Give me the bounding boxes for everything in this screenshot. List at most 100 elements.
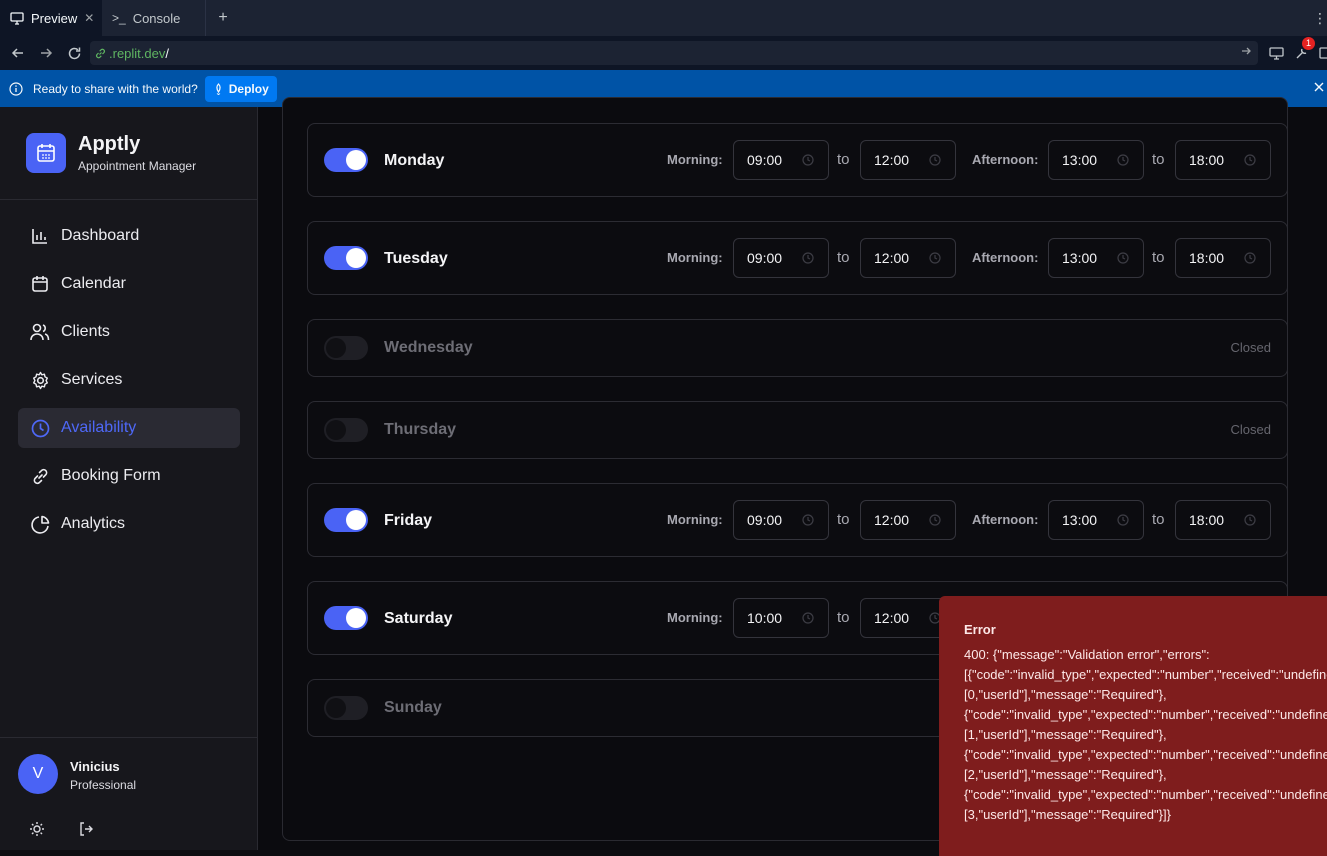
afternoon-end-input[interactable]: 18:00 xyxy=(1175,140,1271,180)
link-icon xyxy=(94,47,107,60)
closed-label: Closed xyxy=(1230,340,1271,355)
afternoon-start-input[interactable]: 13:00 xyxy=(1048,140,1144,180)
clock-icon xyxy=(30,418,50,438)
notification-badge: 1 xyxy=(1302,36,1315,50)
clock-icon xyxy=(1244,154,1256,166)
day-toggle[interactable] xyxy=(324,148,368,172)
more-menu-icon[interactable]: ⋮ xyxy=(1313,10,1327,27)
brand: Apptly Appointment Manager xyxy=(0,107,257,200)
day-row-friday: Friday Morning: 09:00 to 12:00 Afternoon… xyxy=(307,483,1288,557)
reload-icon xyxy=(68,47,80,59)
devices-icon[interactable] xyxy=(1269,46,1284,60)
sidebar-item-clients[interactable]: Clients xyxy=(18,312,240,352)
user-name: Vinicius xyxy=(70,759,120,774)
sidebar-item-calendar[interactable]: Calendar xyxy=(18,264,240,304)
day-name: Thursday xyxy=(384,421,457,438)
forward-button[interactable] xyxy=(32,36,60,70)
clock-icon xyxy=(1117,514,1129,526)
url-toolbar: .replit.dev / 1 xyxy=(0,36,1327,70)
afternoon-label: Afternoon: xyxy=(972,152,1039,167)
day-row-tuesday: Tuesday Morning: 09:00 to 12:00 Afternoo… xyxy=(307,221,1288,295)
sidebar-item-analytics[interactable]: Analytics xyxy=(18,504,240,544)
day-name: Friday xyxy=(384,512,433,529)
day-name: Tuesday xyxy=(384,250,448,267)
address-bar[interactable]: .replit.dev / xyxy=(90,41,1258,65)
arrow-right-icon xyxy=(41,48,53,58)
new-tab-button[interactable]: + xyxy=(206,0,240,36)
afternoon-end-input[interactable]: 18:00 xyxy=(1175,500,1271,540)
monitor-icon xyxy=(10,11,24,25)
clock-icon xyxy=(929,154,941,166)
afternoon-end-input[interactable]: 18:00 xyxy=(1175,238,1271,278)
sidebar-item-booking-form[interactable]: Booking Form xyxy=(18,456,240,496)
day-toggle[interactable] xyxy=(324,418,368,442)
close-banner-icon[interactable] xyxy=(1313,81,1325,93)
day-row-monday: Monday Morning: 09:00 to 12:00 Afternoon… xyxy=(307,123,1288,197)
day-row-wednesday: Wednesday Closed xyxy=(307,319,1288,377)
open-in-new-tab-icon[interactable] xyxy=(1240,45,1252,57)
morning-label: Morning: xyxy=(667,250,723,265)
browser-tab-bar: Preview ✕ >_ Console + ⋮ xyxy=(0,0,1327,36)
devtools-icon[interactable]: 1 xyxy=(1294,36,1315,61)
sidebar-item-label: Calendar xyxy=(61,275,126,292)
link-icon xyxy=(30,466,50,486)
clock-icon xyxy=(802,252,814,264)
logout-icon[interactable] xyxy=(78,821,94,837)
morning-end-input[interactable]: 12:00 xyxy=(860,140,956,180)
tab-console[interactable]: >_ Console xyxy=(102,0,206,36)
morning-start-input[interactable]: 09:00 xyxy=(733,500,829,540)
app-subtitle: Appointment Manager xyxy=(78,159,197,173)
user-profile: V Vinicius Professional xyxy=(0,737,257,850)
calendar-logo-icon xyxy=(26,133,66,173)
sidebar-item-availability[interactable]: Availability xyxy=(18,408,240,448)
deploy-button[interactable]: Deploy xyxy=(204,75,277,102)
morning-label: Morning: xyxy=(667,152,723,167)
tab-preview[interactable]: Preview ✕ xyxy=(0,0,102,36)
day-toggle[interactable] xyxy=(324,606,368,630)
to-label: to xyxy=(837,511,850,528)
morning-end-input[interactable]: 12:00 xyxy=(860,238,956,278)
error-toast[interactable]: Error 400: {"message":"Validation error"… xyxy=(939,596,1327,856)
afternoon-label: Afternoon: xyxy=(972,250,1039,265)
sidebar-item-dashboard[interactable]: Dashboard xyxy=(18,216,240,256)
close-tab-icon[interactable]: ✕ xyxy=(84,11,94,25)
day-name: Sunday xyxy=(384,699,442,716)
afternoon-start-input[interactable]: 13:00 xyxy=(1048,238,1144,278)
clock-icon xyxy=(1244,514,1256,526)
tab-console-label: Console xyxy=(132,10,181,26)
day-toggle[interactable] xyxy=(324,336,368,360)
banner-text: Ready to share with the world? xyxy=(33,81,198,96)
sun-icon[interactable] xyxy=(29,821,45,837)
day-row-thursday: Thursday Closed xyxy=(307,401,1288,459)
to-label: to xyxy=(1152,151,1165,168)
back-button[interactable] xyxy=(4,36,32,70)
sidebar-item-label: Clients xyxy=(61,323,110,340)
reload-button[interactable] xyxy=(60,36,88,70)
day-toggle[interactable] xyxy=(324,508,368,532)
to-label: to xyxy=(837,151,850,168)
sidebar-item-label: Booking Form xyxy=(61,467,161,484)
sidebar-item-label: Analytics xyxy=(61,515,126,532)
morning-start-input[interactable]: 09:00 xyxy=(733,140,829,180)
day-toggle[interactable] xyxy=(324,246,368,270)
new-window-icon[interactable] xyxy=(1319,46,1327,60)
closed-label: Closed xyxy=(1230,422,1271,437)
url-host: .replit.dev xyxy=(109,45,166,61)
avatar[interactable]: V xyxy=(18,754,58,794)
calendar-icon xyxy=(30,274,50,294)
morning-start-input[interactable]: 09:00 xyxy=(733,238,829,278)
afternoon-label: Afternoon: xyxy=(972,512,1039,527)
day-name: Saturday xyxy=(384,610,453,627)
day-toggle[interactable] xyxy=(324,696,368,720)
clock-icon xyxy=(802,514,814,526)
users-icon xyxy=(30,322,50,342)
afternoon-start-input[interactable]: 13:00 xyxy=(1048,500,1144,540)
morning-start-input[interactable]: 10:00 xyxy=(733,598,829,638)
to-label: to xyxy=(1152,249,1165,266)
app-name: Apptly xyxy=(78,133,141,155)
day-name: Wednesday xyxy=(384,339,473,356)
morning-label: Morning: xyxy=(667,610,723,625)
bar-chart-icon xyxy=(30,226,50,246)
morning-end-input[interactable]: 12:00 xyxy=(860,500,956,540)
sidebar-item-services[interactable]: Services xyxy=(18,360,240,400)
